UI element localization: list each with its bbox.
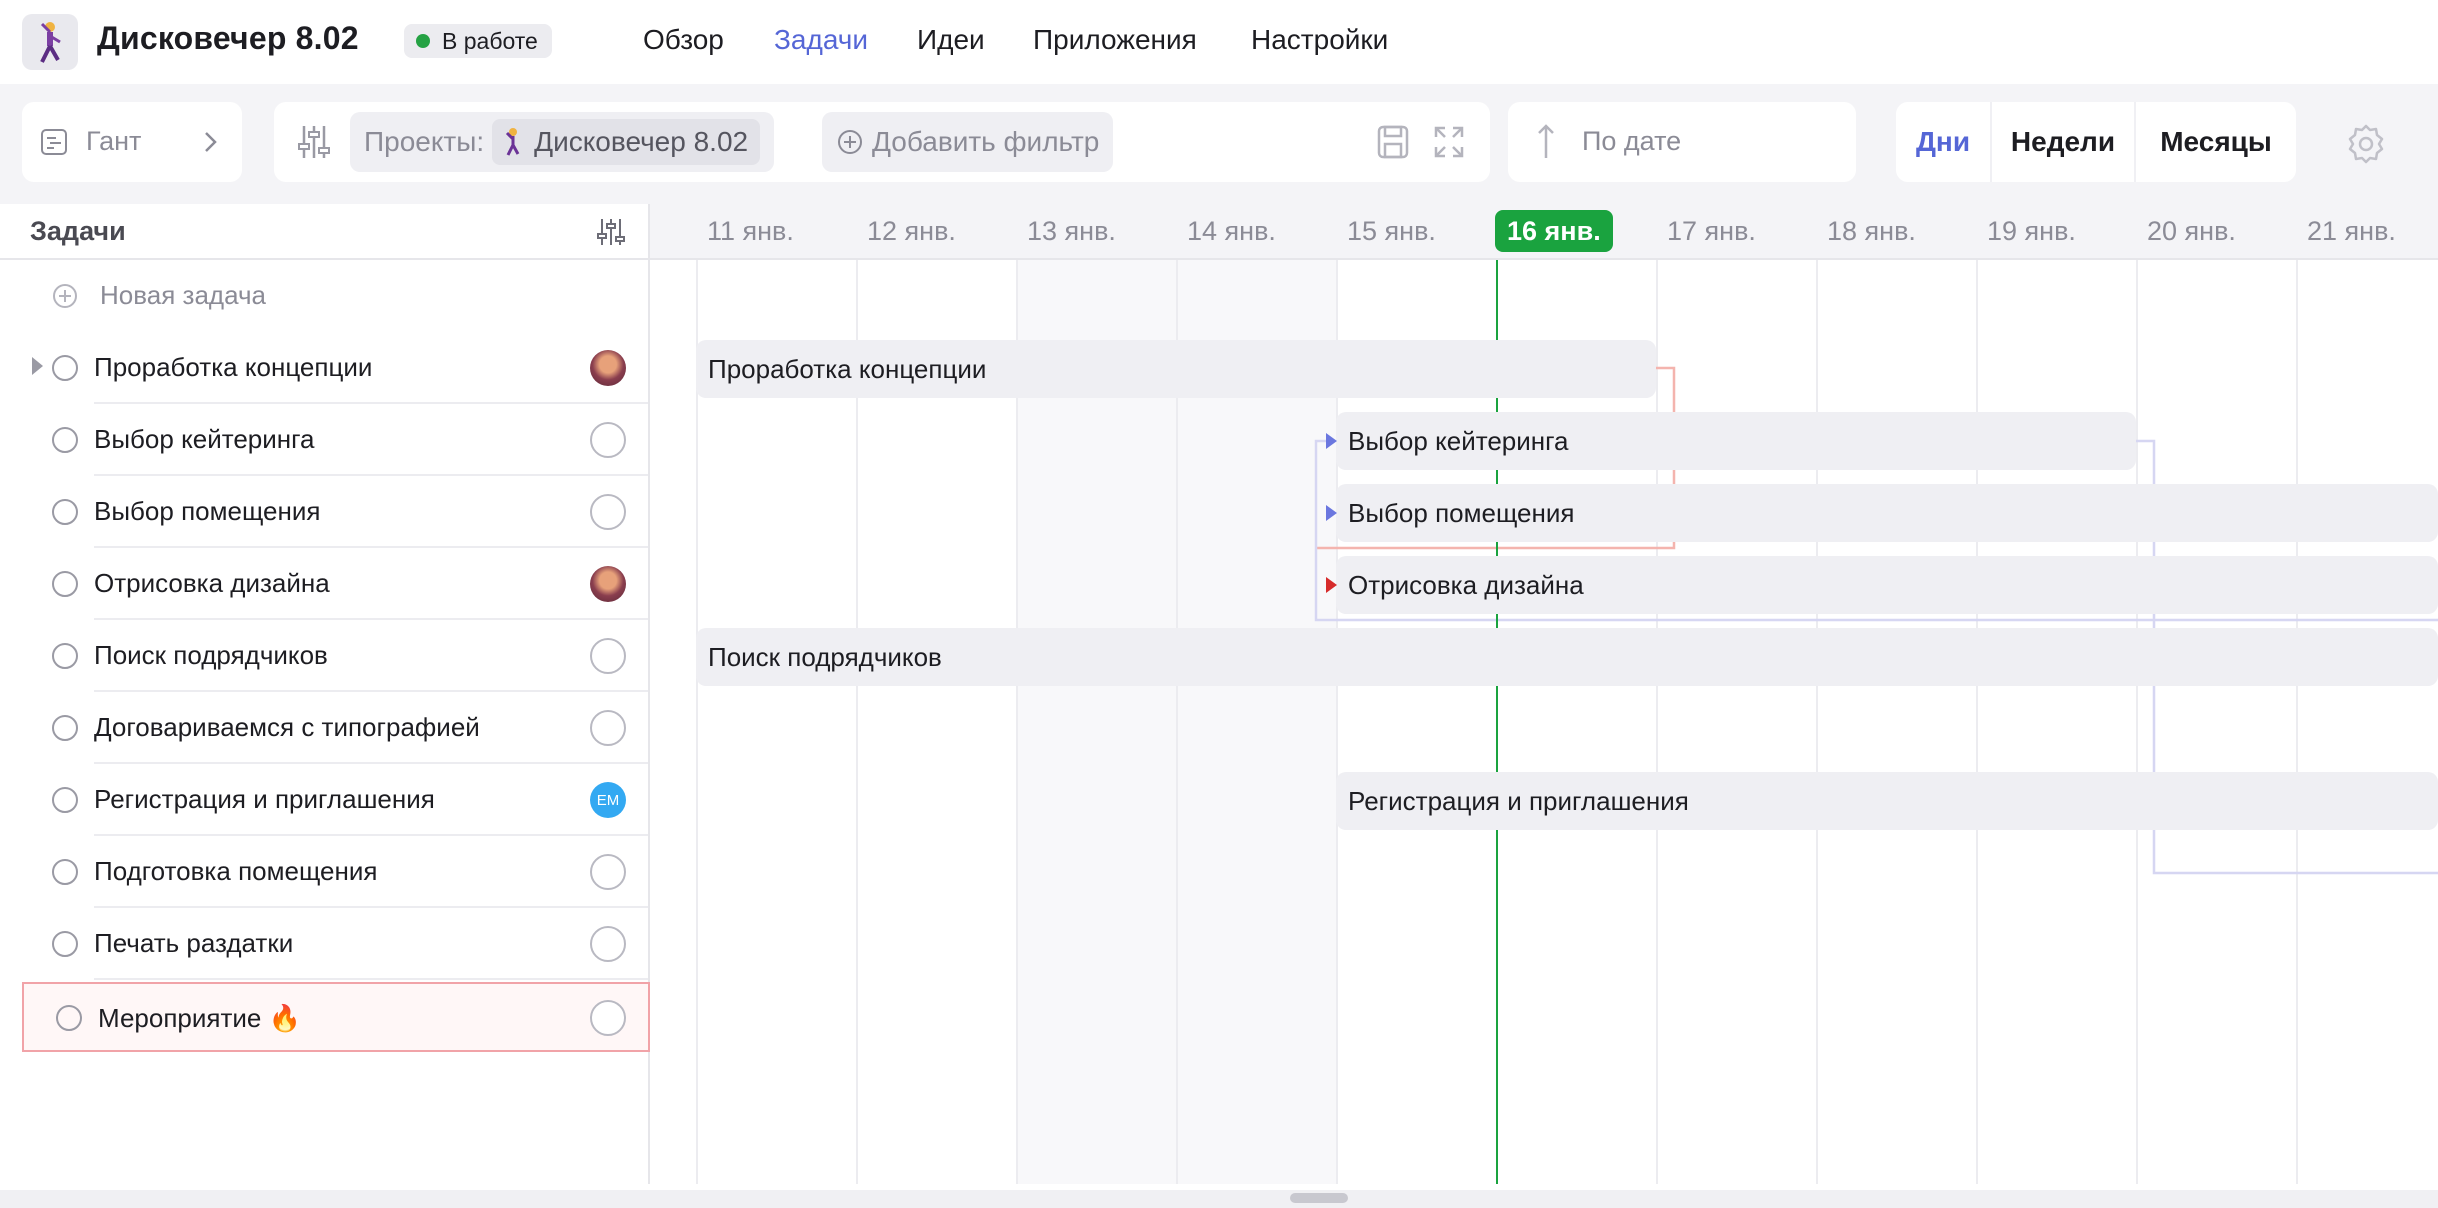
task-name[interactable]: Регистрация и приглашения [94,784,435,815]
expand-icon[interactable] [1432,124,1466,160]
view-label: Гант [86,126,142,156]
sort-label: По дате [1582,126,1682,156]
task-list-title: Задачи [30,216,126,246]
task-checkbox[interactable] [52,427,78,453]
task-row[interactable]: Подготовка помещения [0,836,648,908]
new-task-button[interactable]: Новая задача [52,280,266,311]
gantt-icon [41,129,67,155]
column-settings-icon[interactable] [596,216,626,248]
task-checkbox[interactable] [52,859,78,885]
dependency-arrow-icon [1326,505,1337,521]
sort-selector[interactable]: По дате [1508,102,1856,182]
gantt-bar[interactable]: Выбор помещения [1336,484,2438,542]
task-checkbox[interactable] [56,1005,82,1031]
project-avatar-icon[interactable] [22,14,78,70]
row-divider [94,978,648,980]
task-row[interactable]: Отрисовка дизайна [0,548,648,620]
nav-ideas[interactable]: Идеи [917,24,985,56]
project-small-icon [506,128,520,156]
unassigned-avatar-icon[interactable] [590,854,626,890]
dependency-arrow-icon [1326,433,1337,449]
task-list-header: Задачи [0,204,648,260]
task-name[interactable]: Договариваемся с типографией [94,712,480,743]
sort-arrows-icon [1538,124,1554,158]
task-name[interactable]: Проработка концепции [94,352,372,383]
status-label: В работе [442,27,538,54]
filter-value-tag[interactable]: Дисковечер 8.02 [492,119,761,165]
task-row[interactable]: Печать раздатки [0,908,648,980]
expand-triangle-icon[interactable] [32,357,43,375]
task-row[interactable]: Договариваемся с типографией [0,692,648,764]
task-checkbox[interactable] [52,787,78,813]
horizontal-scrollbar[interactable] [0,1190,2438,1208]
task-name[interactable]: Выбор кейтеринга [94,424,315,455]
gear-icon[interactable] [2344,122,2388,166]
task-row-selected[interactable]: Мероприятие 🔥 [22,982,650,1052]
task-name[interactable]: Подготовка помещения [94,856,377,887]
nav-apps[interactable]: Приложения [1033,24,1197,56]
nav-settings[interactable]: Настройки [1251,24,1388,56]
task-name[interactable]: Мероприятие 🔥 [98,1003,301,1034]
task-list-panel: Задачи Новая задача Проработка концепции… [0,204,650,1184]
scale-days[interactable]: Дни [1896,102,1990,182]
nav-tasks[interactable]: Задачи [774,24,868,56]
scroll-thumb[interactable] [1290,1193,1348,1203]
gantt-bar[interactable]: Выбор кейтеринга [1336,412,2136,470]
project-filter-chip[interactable]: Проекты: Дисковечер 8.02 [350,112,775,172]
nav-overview[interactable]: Обзор [643,24,724,56]
assignee-avatar-em[interactable]: EM [590,782,626,818]
unassigned-avatar-icon[interactable] [590,638,626,674]
task-checkbox[interactable] [52,931,78,957]
task-name[interactable]: Поиск подрядчиков [94,640,328,671]
unassigned-avatar-icon[interactable] [590,1000,626,1036]
gantt-bar[interactable]: Поиск подрядчиков [696,628,2438,686]
view-selector[interactable]: Гант [22,102,242,182]
gantt-chart: 11 янв. 12 янв. 13 янв. 14 янв. 15 янв. … [650,204,2438,1184]
status-dot-icon [416,34,430,48]
filter-label: Проекты: [364,126,485,157]
filter-value: Дисковечер 8.02 [534,126,749,157]
task-row[interactable]: Поиск подрядчиков [0,620,648,692]
gantt-bar[interactable]: Отрисовка дизайна [1336,556,2438,614]
scale-switcher: Дни Недели Месяцы [1896,102,2296,182]
plus-circle-icon [838,130,862,154]
assignee-avatar[interactable] [590,350,626,386]
task-row[interactable]: Выбор помещения [0,476,648,548]
task-checkbox[interactable] [52,715,78,741]
scale-months[interactable]: Месяцы [2136,102,2296,182]
task-name[interactable]: Выбор помещения [94,496,320,527]
chevron-right-icon [205,132,217,152]
filters-bar: Проекты: Дисковечер 8.02 Добавить фильтр [274,102,1490,182]
task-name[interactable]: Печать раздатки [94,928,293,959]
new-task-label: Новая задача [100,280,266,310]
task-row[interactable]: Проработка концепции [0,332,648,404]
scale-weeks[interactable]: Недели [1992,102,2134,182]
filter-sliders-icon[interactable] [296,122,332,162]
dependency-arrow-icon [1326,577,1337,593]
task-checkbox[interactable] [52,643,78,669]
gantt-bar[interactable]: Регистрация и приглашения [1336,772,2438,830]
task-checkbox[interactable] [52,571,78,597]
task-checkbox[interactable] [52,499,78,525]
status-badge[interactable]: В работе [404,24,552,58]
unassigned-avatar-icon[interactable] [590,422,626,458]
gantt-bar[interactable]: Проработка концепции [696,340,1656,398]
toolbar: Гант Проекты: Дисковечер 8.02 Добавить ф… [0,84,2438,204]
task-row[interactable]: Регистрация и приглашения EM [0,764,648,836]
task-name[interactable]: Отрисовка дизайна [94,568,330,599]
add-filter-button[interactable]: Добавить фильтр [822,112,1114,172]
task-row[interactable]: Выбор кейтеринга [0,404,648,476]
task-checkbox[interactable] [52,355,78,381]
top-header: Дисковечер 8.02 В работе Обзор Задачи Ид… [0,0,2438,84]
project-title: Дисковечер 8.02 [97,20,359,56]
unassigned-avatar-icon[interactable] [590,926,626,962]
unassigned-avatar-icon[interactable] [590,710,626,746]
plus-circle-icon [53,283,77,308]
assignee-avatar[interactable] [590,566,626,602]
save-icon[interactable] [1376,124,1410,160]
today-line [1496,260,1498,1184]
add-filter-label: Добавить фильтр [872,126,1100,157]
unassigned-avatar-icon[interactable] [590,494,626,530]
